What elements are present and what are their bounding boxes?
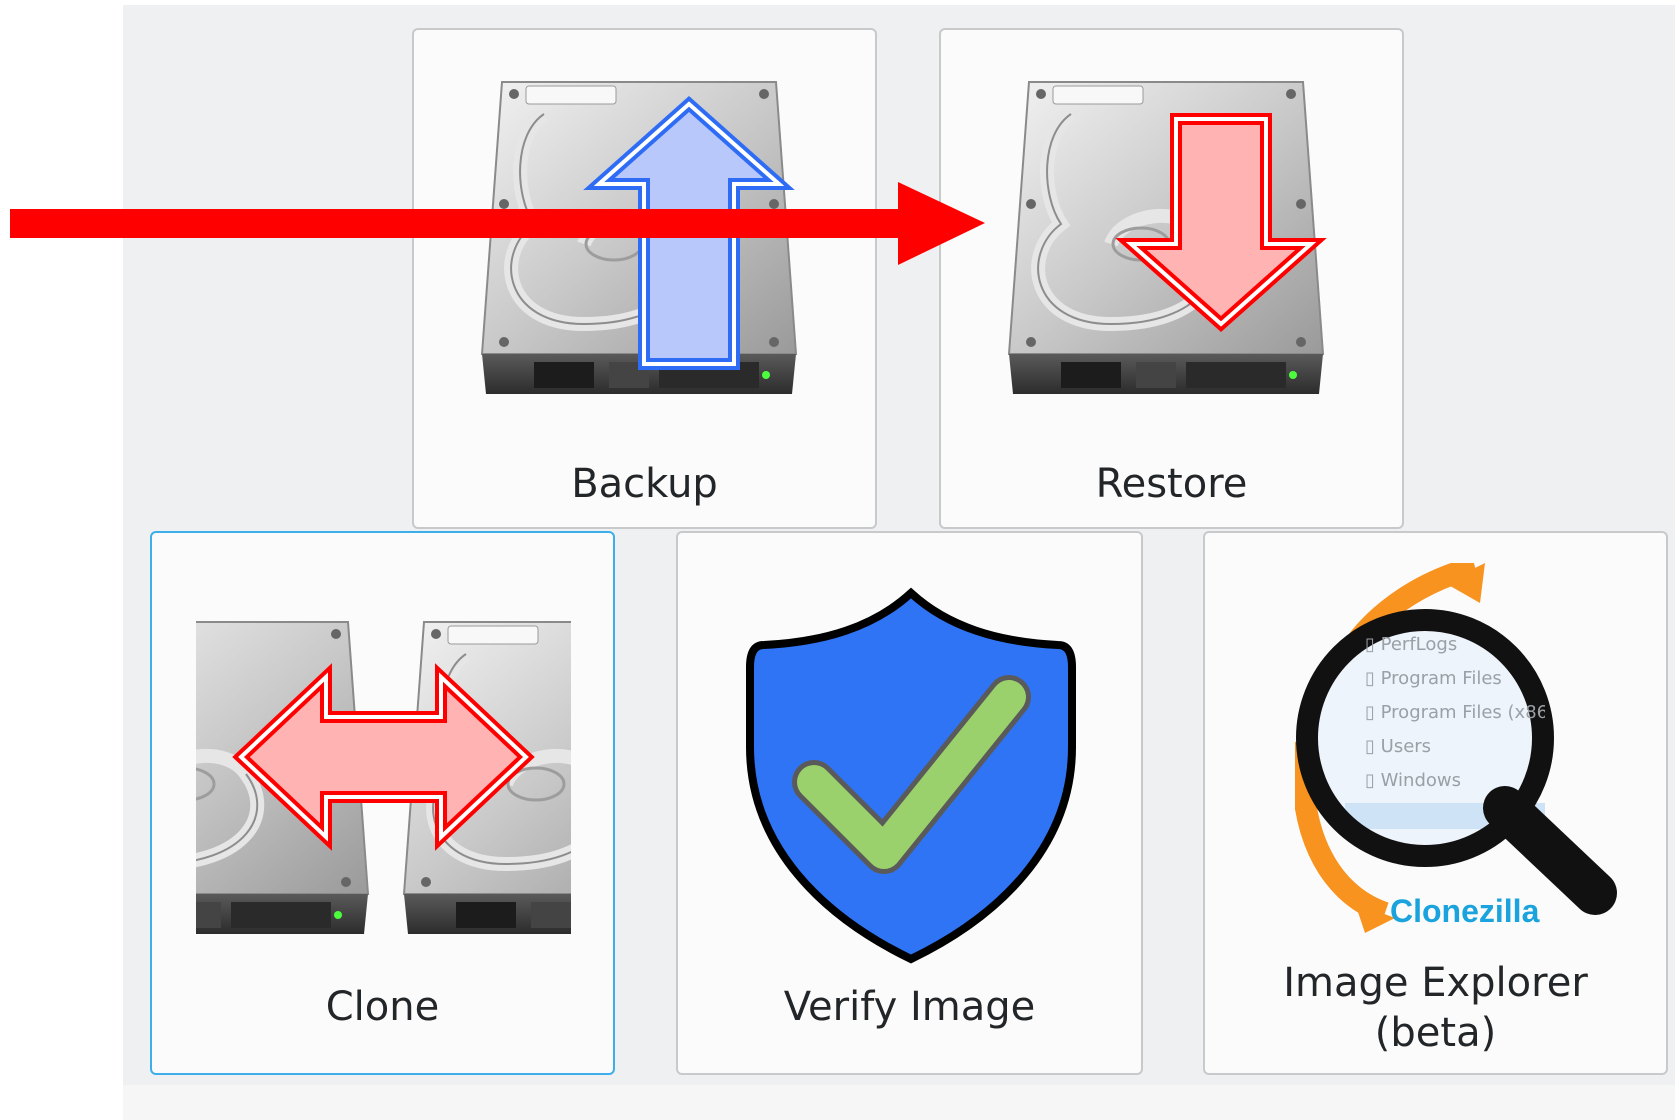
verify-image-button[interactable]: Verify Image <box>676 531 1143 1075</box>
restore-button[interactable]: Restore <box>939 28 1404 529</box>
backup-button[interactable]: Backup <box>412 28 877 529</box>
explorer-folder-list: ▯ PerfLogs ▯ Program Files ▯ Program Fil… <box>1365 628 1545 798</box>
folder-item: ▯ Program Files <box>1365 668 1502 689</box>
backup-drive-icon <box>474 74 804 404</box>
clone-drives-icon <box>196 607 571 951</box>
shield-check-icon <box>746 587 1076 964</box>
folder-item: ▯ Users <box>1365 736 1432 757</box>
image-explorer-button[interactable]: ▯ PerfLogs ▯ Program Files ▯ Program Fil… <box>1203 531 1668 1075</box>
status-strip <box>123 1085 1675 1120</box>
verify-image-label: Verify Image <box>783 984 1036 1030</box>
image-explorer-label: Image Explorer (beta) <box>1283 960 1588 1056</box>
restore-drive-icon <box>1001 74 1331 404</box>
clone-button[interactable]: Clone <box>150 531 615 1075</box>
folder-item: ▯ Windows <box>1365 770 1461 791</box>
clone-label: Clone <box>325 984 440 1030</box>
folder-item: ▯ PerfLogs <box>1365 634 1458 655</box>
clonezilla-logo-text: Clonezilla <box>1390 893 1540 929</box>
backup-label: Backup <box>571 461 718 507</box>
restore-label: Restore <box>1095 461 1248 507</box>
folder-item: ▯ Program Files (x86) <box>1365 702 1545 723</box>
